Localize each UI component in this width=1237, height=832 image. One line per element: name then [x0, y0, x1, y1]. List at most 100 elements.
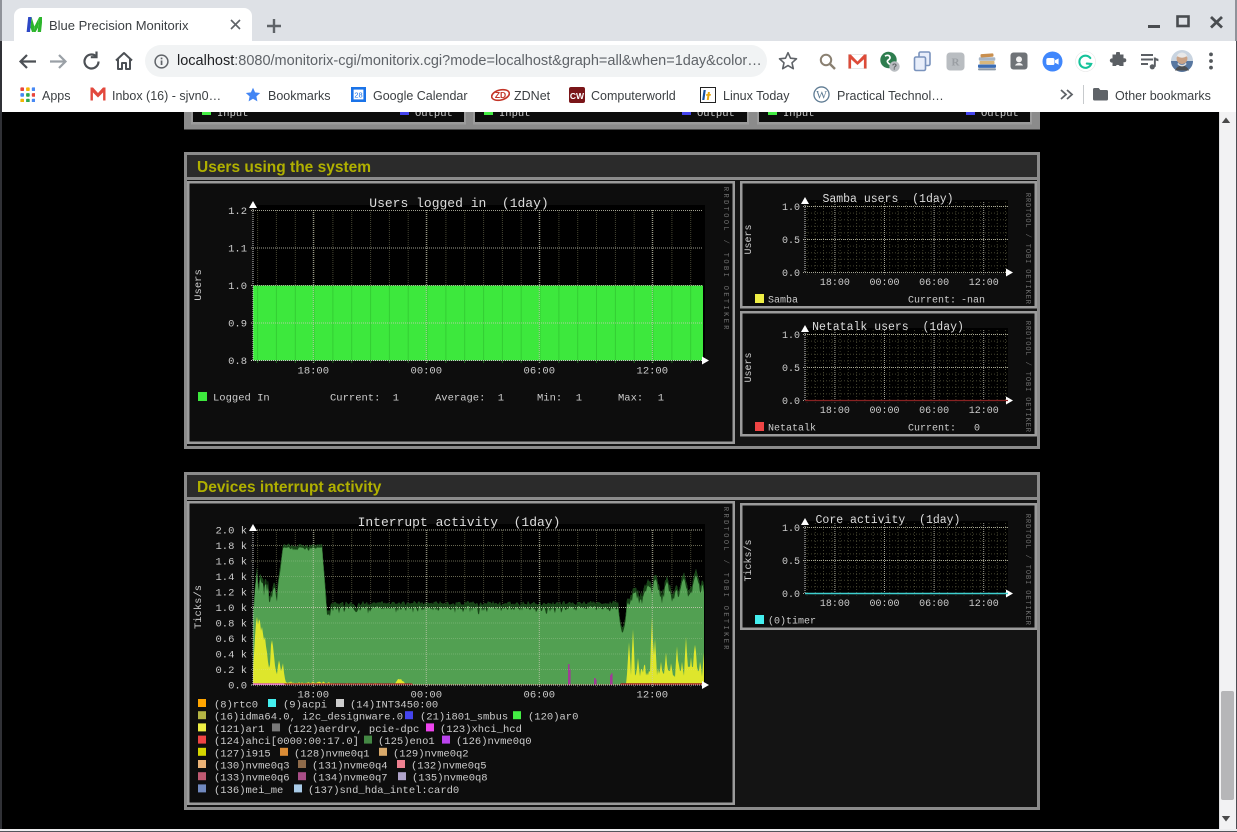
- svg-text:(21)i801_smbus: (21)i801_smbus: [420, 712, 508, 724]
- svg-text:12:00: 12:00: [969, 406, 999, 417]
- svg-text:(121)ar1: (121)ar1: [214, 724, 264, 736]
- svg-text:E: E: [1023, 595, 1031, 599]
- svg-text:06:00: 06:00: [919, 599, 949, 610]
- svg-text:(137)snd_hda_intel:card0: (137)snd_hda_intel:card0: [308, 785, 459, 797]
- svg-text:E: E: [1023, 616, 1031, 620]
- svg-text:(124)ahci[0000:00:17.0]: (124)ahci[0000:00:17.0]: [214, 736, 359, 748]
- svg-text:D: D: [1023, 524, 1031, 528]
- svg-text:(126)nvme0q0: (126)nvme0q0: [456, 736, 532, 748]
- svg-text:O: O: [721, 259, 729, 263]
- svg-text:1.0: 1.0: [782, 203, 800, 214]
- svg-text:(125)eno1: (125)eno1: [378, 736, 435, 748]
- svg-text:(9)acpi: (9)acpi: [283, 700, 327, 712]
- svg-text:(8)rtc0: (8)rtc0: [214, 700, 258, 712]
- svg-text:(14)INT3450:00: (14)INT3450:00: [350, 700, 438, 712]
- svg-text:12:00: 12:00: [637, 366, 669, 378]
- svg-text:B: B: [1023, 254, 1031, 258]
- svg-text:Samba: Samba: [768, 295, 798, 307]
- svg-text:Input: Input: [783, 112, 815, 120]
- svg-text:L: L: [721, 546, 729, 550]
- svg-text:O: O: [1023, 341, 1031, 345]
- svg-text:Ticks/s: Ticks/s: [743, 539, 755, 581]
- svg-text:06:00: 06:00: [919, 278, 949, 289]
- svg-text:Users: Users: [193, 269, 205, 301]
- svg-text:O: O: [1023, 534, 1031, 538]
- svg-text:Min:: Min:: [537, 393, 562, 405]
- svg-text:D: D: [721, 520, 729, 524]
- svg-text:T: T: [721, 207, 729, 211]
- svg-text:I: I: [1023, 387, 1031, 391]
- svg-text:I: I: [721, 593, 729, 597]
- svg-text:L: L: [1023, 544, 1031, 548]
- svg-text:(135)nvme0q8: (135)nvme0q8: [412, 773, 488, 785]
- svg-text:0.0: 0.0: [782, 269, 800, 280]
- svg-text:O: O: [721, 579, 729, 583]
- svg-text:T: T: [1023, 208, 1031, 212]
- svg-text:00:00: 00:00: [869, 278, 899, 289]
- svg-text:I: I: [1023, 413, 1031, 417]
- svg-text:Ticks/s: Ticks/s: [193, 585, 205, 629]
- svg-text:Users: Users: [744, 352, 755, 382]
- svg-text:T: T: [721, 619, 729, 623]
- svg-text:Current:: Current:: [908, 424, 956, 435]
- svg-text:(132)nvme0q5: (132)nvme0q5: [411, 761, 487, 773]
- svg-text:(122)aerdrv, pcie-dpc: (122)aerdrv, pcie-dpc: [287, 724, 419, 736]
- svg-text:(128)nvme0q1: (128)nvme0q1: [294, 748, 370, 760]
- svg-text:1.0 k: 1.0 k: [215, 603, 247, 615]
- svg-text:0.4 k: 0.4 k: [215, 650, 247, 662]
- svg-text:O: O: [721, 213, 729, 217]
- svg-text:L: L: [1023, 223, 1031, 227]
- svg-text:T: T: [1023, 336, 1031, 340]
- svg-text:06:00: 06:00: [524, 366, 556, 378]
- svg-text:(129)nvme0q2: (129)nvme0q2: [393, 748, 469, 760]
- svg-text:E: E: [721, 292, 729, 296]
- svg-text:I: I: [1023, 259, 1031, 263]
- svg-text:/: /: [1023, 555, 1031, 559]
- svg-text:(120)ar0: (120)ar0: [528, 712, 578, 724]
- svg-text:Logged In: Logged In: [213, 393, 270, 405]
- svg-text:E: E: [721, 612, 729, 616]
- svg-text:(133)nvme0q6: (133)nvme0q6: [214, 773, 290, 785]
- svg-text:B: B: [1023, 575, 1031, 579]
- svg-text:I: I: [721, 626, 729, 630]
- svg-text:0: 0: [974, 424, 980, 435]
- svg-text:00:00: 00:00: [869, 599, 899, 610]
- svg-text:1.0: 1.0: [228, 281, 247, 293]
- svg-text:T: T: [1023, 407, 1031, 411]
- svg-text:T: T: [1023, 529, 1031, 533]
- svg-text:0.0: 0.0: [228, 681, 247, 693]
- svg-text:O: O: [1023, 249, 1031, 253]
- svg-text:28: 28: [354, 90, 362, 99]
- svg-text:/: /: [1023, 362, 1031, 366]
- svg-text:0.8: 0.8: [228, 356, 247, 368]
- svg-text:B: B: [721, 266, 729, 270]
- svg-text:18:00: 18:00: [820, 599, 850, 610]
- svg-text:/: /: [721, 240, 729, 244]
- svg-text:1: 1: [576, 393, 582, 405]
- svg-text:18:00: 18:00: [820, 278, 850, 289]
- svg-text:T: T: [721, 573, 729, 577]
- svg-text:E: E: [1023, 295, 1031, 299]
- svg-text:1.2: 1.2: [228, 206, 247, 218]
- svg-text:W: W: [816, 90, 827, 102]
- svg-text:(123)xhci_hcd: (123)xhci_hcd: [440, 724, 522, 736]
- svg-text:L: L: [721, 226, 729, 230]
- svg-text:Output: Output: [697, 112, 735, 120]
- svg-text:E: E: [1023, 402, 1031, 406]
- svg-text:1.4 k: 1.4 k: [215, 572, 247, 584]
- svg-text:/: /: [721, 560, 729, 564]
- svg-text:12:00: 12:00: [969, 278, 999, 289]
- svg-text:0.2 k: 0.2 k: [215, 665, 247, 677]
- svg-text:0.8 k: 0.8 k: [215, 619, 247, 631]
- svg-text:(136)mei_me: (136)mei_me: [214, 785, 283, 797]
- svg-text:06:00: 06:00: [524, 690, 556, 702]
- svg-text:12:00: 12:00: [969, 599, 999, 610]
- svg-text:E: E: [721, 319, 729, 323]
- svg-text:T: T: [1023, 372, 1031, 376]
- svg-text:Devices interrupt activity: Devices interrupt activity: [197, 479, 382, 496]
- svg-text:(127)i915: (127)i915: [214, 748, 271, 760]
- svg-text:R: R: [952, 57, 961, 69]
- svg-text:L: L: [1023, 351, 1031, 355]
- svg-text:18:00: 18:00: [820, 406, 850, 417]
- svg-text:00:00: 00:00: [411, 366, 443, 378]
